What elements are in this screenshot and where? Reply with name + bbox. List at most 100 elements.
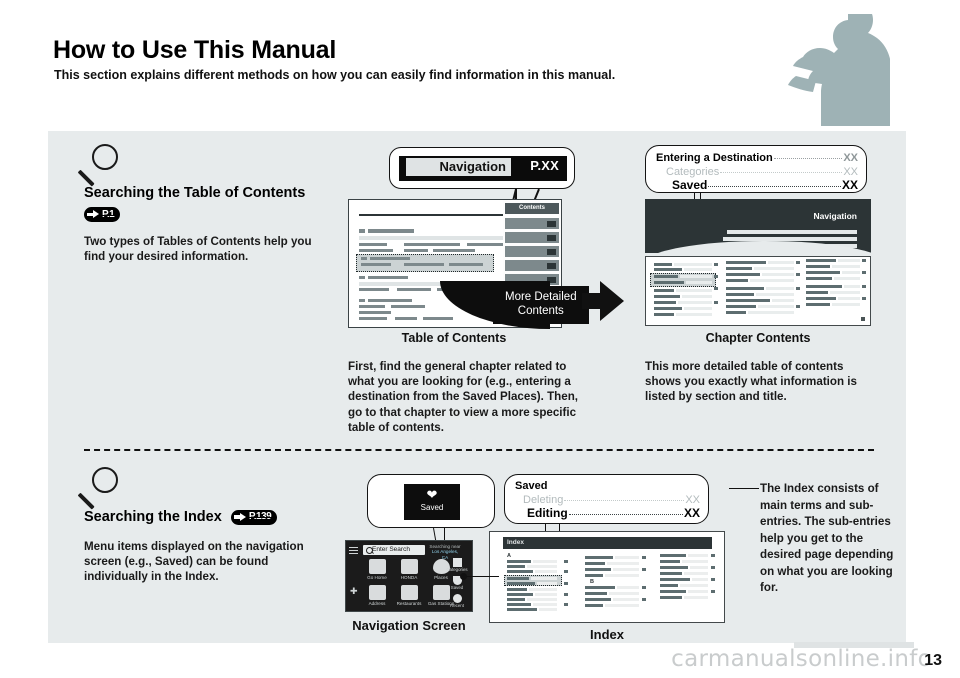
index-header-label: Index xyxy=(503,537,712,549)
section-heading-index: Searching the Index P.139 xyxy=(84,509,278,525)
callout-line: Entering a Destination XX xyxy=(656,152,858,164)
section-heading-toc-label: Searching the Table of Contents xyxy=(84,185,306,201)
navigation-page-ref: P.XX xyxy=(530,158,559,173)
callout-line: Deleting XX xyxy=(523,494,700,506)
callout-page: XX xyxy=(683,506,700,520)
section-heading-toc: Searching the Table of Contents xyxy=(84,185,305,201)
content-panel: Searching the Table of Contents P.1 Two … xyxy=(48,131,906,643)
section-heading-index-label: Searching the Index xyxy=(84,509,222,525)
side-recent[interactable]: Recent xyxy=(444,594,470,608)
side-label: Categories xyxy=(446,567,468,572)
caption-index: Index xyxy=(590,627,624,642)
chapter-nav-label: Navigation xyxy=(813,211,857,221)
flow-arrow-icon xyxy=(600,281,624,321)
zoom-in-icon[interactable]: ✚ xyxy=(350,586,358,597)
side-categories[interactable]: Categories xyxy=(444,558,470,572)
chapter-contents-illustration: Navigation xyxy=(645,199,871,326)
tile-honda[interactable]: HONDA xyxy=(394,559,424,580)
caption-table-of-contents: Table of Contents xyxy=(401,331,507,345)
menu-icon[interactable] xyxy=(349,547,358,554)
section-body-index: Menu items displayed on the navigation s… xyxy=(84,539,316,585)
tile-label: Restaurants xyxy=(396,601,422,606)
navigation-label: Navigation xyxy=(405,158,511,176)
navigation-page-callout: Navigation P.XX xyxy=(389,147,575,189)
heart-icon: ❤ xyxy=(426,487,438,502)
navigation-screen-illustration: Enter Search Searching near Los Angeles,… xyxy=(345,540,473,612)
leader-dot xyxy=(460,573,467,580)
navigation-title-bar: Navigation P.XX xyxy=(399,156,567,181)
index-letter: A xyxy=(507,553,511,559)
saved-index-callout: Saved Deleting XX Editing XX xyxy=(504,474,709,524)
more-detailed-line1: More Detailed xyxy=(505,291,577,303)
more-detailed-line2: Contents xyxy=(517,304,564,317)
section-body-toc: Two types of Tables of Contents help you… xyxy=(84,235,312,264)
callout-title: Editing xyxy=(527,506,568,520)
leader-dots xyxy=(708,186,841,187)
search-icon xyxy=(365,547,373,555)
watermark-text: carmanualsonline.info xyxy=(671,646,932,672)
saved-preview-label: Saved xyxy=(420,503,444,512)
leader-dots xyxy=(773,158,843,159)
leader-line xyxy=(463,576,499,578)
tile-go-home[interactable]: Go Home xyxy=(362,559,392,580)
saved-screen-callout: ❤ Saved xyxy=(367,474,495,528)
tile-label: Go Home xyxy=(367,575,387,580)
index-letter: B xyxy=(590,579,594,585)
tile-restaurants[interactable]: Restaurants xyxy=(394,585,424,606)
page-ref-toc[interactable]: P.1 xyxy=(84,206,121,224)
page-ref-index[interactable]: P.139 xyxy=(230,509,278,525)
index-illustration: Index A B xyxy=(489,531,725,623)
chapter-contents-callout: Entering a Destination XX Categories XX … xyxy=(645,145,867,193)
home-icon xyxy=(368,559,386,574)
tile-label: HONDA xyxy=(400,575,418,580)
description-index: The Index consists of main terms and sub… xyxy=(760,482,894,594)
magnifier-icon xyxy=(77,144,124,190)
page-ref-index-label: P.139 xyxy=(247,511,273,523)
callout-page: XX xyxy=(841,178,858,192)
page-subtitle: This section explains different methods … xyxy=(54,68,616,82)
caption-chapter-contents: Chapter Contents xyxy=(705,331,811,345)
more-detailed-contents-label: More Detailed Contents xyxy=(493,286,589,324)
description-chapter-contents: This more detailed table of contents sho… xyxy=(645,360,857,404)
leader-dots xyxy=(568,514,683,515)
honda-icon xyxy=(400,559,418,574)
callout-line: Editing XX xyxy=(527,506,700,520)
callout-line: Saved XX xyxy=(672,178,858,192)
saved-button-preview[interactable]: ❤ Saved xyxy=(404,484,460,520)
side-label: Saved xyxy=(450,585,464,590)
page-title: How to Use This Manual xyxy=(53,36,337,64)
arrow-right-icon xyxy=(87,210,100,219)
arrow-right-icon xyxy=(233,512,247,522)
flow-arrow-tail xyxy=(582,293,602,309)
callout-title: Categories xyxy=(666,166,720,178)
description-table-of-contents: First, find the general chapter related … xyxy=(348,360,578,434)
categories-icon xyxy=(452,558,462,567)
clock-icon xyxy=(452,594,462,603)
index-body-emphasis: Saved xyxy=(154,555,190,569)
manual-page: How to Use This Manual This section expl… xyxy=(0,0,960,678)
callout-title: Deleting xyxy=(523,494,564,506)
toc-tab-header: Contents xyxy=(505,203,559,214)
reader-silhouette-icon xyxy=(788,14,890,126)
callout-line: Categories XX xyxy=(666,166,858,178)
callout-page: XX xyxy=(843,152,858,164)
tile-label: Address xyxy=(368,601,386,606)
leader-dots xyxy=(720,172,843,173)
caption-navigation-screen: Navigation Screen xyxy=(352,618,466,633)
callout-page: XX xyxy=(685,494,700,506)
restaurant-icon xyxy=(400,585,418,600)
side-label: Recent xyxy=(450,603,464,608)
callout-title: Entering a Destination xyxy=(656,152,773,164)
page-ref-toc-label: P.1 xyxy=(100,208,116,220)
address-icon xyxy=(368,585,386,600)
section-divider xyxy=(84,449,874,451)
saved-callout-title: Saved xyxy=(515,480,548,492)
magnifier-icon xyxy=(77,467,124,513)
callout-page: XX xyxy=(843,166,858,178)
tile-address[interactable]: Address xyxy=(362,585,392,606)
leader-dots xyxy=(564,500,685,501)
page-number: 13 xyxy=(924,652,942,669)
callout-title: Saved xyxy=(672,178,708,192)
chapter-page-body xyxy=(645,256,871,326)
leader-line xyxy=(729,488,759,490)
